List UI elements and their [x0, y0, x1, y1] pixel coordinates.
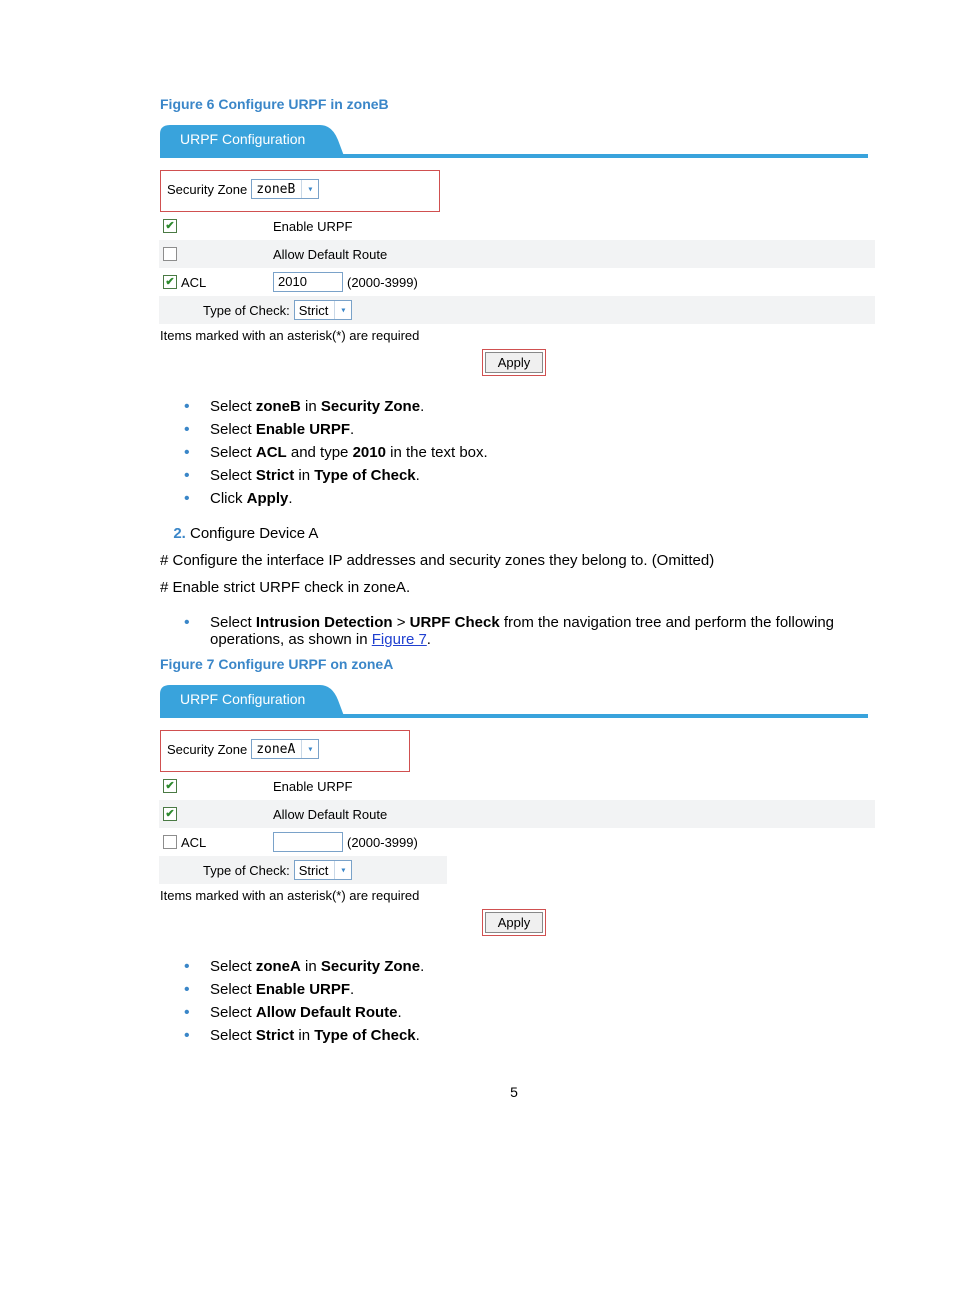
- paragraph: # Enable strict URPF check in zoneA.: [160, 579, 868, 596]
- acl-label: ACL: [181, 275, 206, 290]
- figure-6-title: Figure 6 Configure URPF in zoneB: [160, 96, 868, 112]
- security-zone-select[interactable]: zoneA ▾: [251, 739, 319, 759]
- type-of-check-select[interactable]: Strict ▾: [294, 860, 353, 880]
- page-number: 5: [160, 1084, 868, 1100]
- urpf-tab-label: URPF Configuration: [180, 131, 305, 147]
- acl-input[interactable]: 2010: [273, 272, 343, 292]
- list-item: Select ACL and type 2010 in the text box…: [202, 444, 868, 461]
- enable-urpf-checkbox[interactable]: ✔: [163, 219, 177, 233]
- figure-7-title: Figure 7 Configure URPF on zoneA: [160, 656, 868, 672]
- urpf-tab-header-2: URPF Configuration: [160, 682, 868, 718]
- acl-checkbox[interactable]: ✔: [163, 275, 177, 289]
- fig7-config-box: Security Zone zoneA ▾: [160, 730, 410, 772]
- acl-label: ACL: [181, 835, 206, 850]
- enable-urpf-label: Enable URPF: [273, 219, 433, 234]
- allow-default-label: Allow Default Route: [273, 807, 433, 822]
- type-of-check-label: Type of Check:: [203, 303, 290, 318]
- security-zone-label: Security Zone: [167, 742, 247, 757]
- acl-checkbox[interactable]: [163, 835, 177, 849]
- required-hint: Items marked with an asterisk(*) are req…: [160, 328, 868, 343]
- list-item: Select Intrusion Detection > URPF Check …: [202, 614, 868, 648]
- step-2: Configure Device A: [190, 525, 868, 542]
- list-item: Select Strict in Type of Check.: [202, 467, 868, 484]
- fig6-config-box: Security Zone zoneB ▾: [160, 170, 440, 212]
- nav-instruction: Select Intrusion Detection > URPF Check …: [160, 614, 868, 648]
- urpf-tab-header: URPF Configuration: [160, 122, 868, 158]
- document-page: Figure 6 Configure URPF in zoneB URPF Co…: [0, 0, 954, 1140]
- list-item: Select zoneB in Security Zone.: [202, 398, 868, 415]
- acl-input[interactable]: [273, 832, 343, 852]
- type-of-check-select[interactable]: Strict ▾: [294, 300, 353, 320]
- instruction-list-1: Select zoneB in Security Zone. Select En…: [160, 398, 868, 507]
- acl-range: (2000-3999): [347, 275, 418, 290]
- instruction-list-2: Select zoneA in Security Zone. Select En…: [160, 958, 868, 1044]
- required-hint: Items marked with an asterisk(*) are req…: [160, 888, 868, 903]
- security-zone-label: Security Zone: [167, 182, 247, 197]
- allow-default-checkbox[interactable]: ✔: [163, 807, 177, 821]
- apply-button[interactable]: Apply: [482, 349, 547, 376]
- enable-urpf-checkbox[interactable]: ✔: [163, 779, 177, 793]
- chevron-down-icon: ▾: [334, 861, 351, 879]
- list-item: Click Apply.: [202, 490, 868, 507]
- figure-7-link[interactable]: Figure 7: [372, 631, 427, 648]
- type-of-check-label: Type of Check:: [203, 863, 290, 878]
- allow-default-checkbox[interactable]: [163, 247, 177, 261]
- apply-button[interactable]: Apply: [482, 909, 547, 936]
- chevron-down-icon: ▾: [301, 180, 318, 198]
- list-item: Select Enable URPF.: [202, 981, 868, 998]
- urpf-tab-label: URPF Configuration: [180, 691, 305, 707]
- list-item: Select Strict in Type of Check.: [202, 1027, 868, 1044]
- enable-urpf-label: Enable URPF: [273, 779, 433, 794]
- acl-range: (2000-3999): [347, 835, 418, 850]
- allow-default-label: Allow Default Route: [273, 247, 433, 262]
- chevron-down-icon: ▾: [334, 301, 351, 319]
- list-item: Select zoneA in Security Zone.: [202, 958, 868, 975]
- security-zone-select[interactable]: zoneB ▾: [251, 179, 319, 199]
- step-list: Configure Device A: [160, 525, 868, 542]
- list-item: Select Enable URPF.: [202, 421, 868, 438]
- list-item: Select Allow Default Route.: [202, 1004, 868, 1021]
- chevron-down-icon: ▾: [301, 740, 318, 758]
- paragraph: # Configure the interface IP addresses a…: [160, 552, 868, 569]
